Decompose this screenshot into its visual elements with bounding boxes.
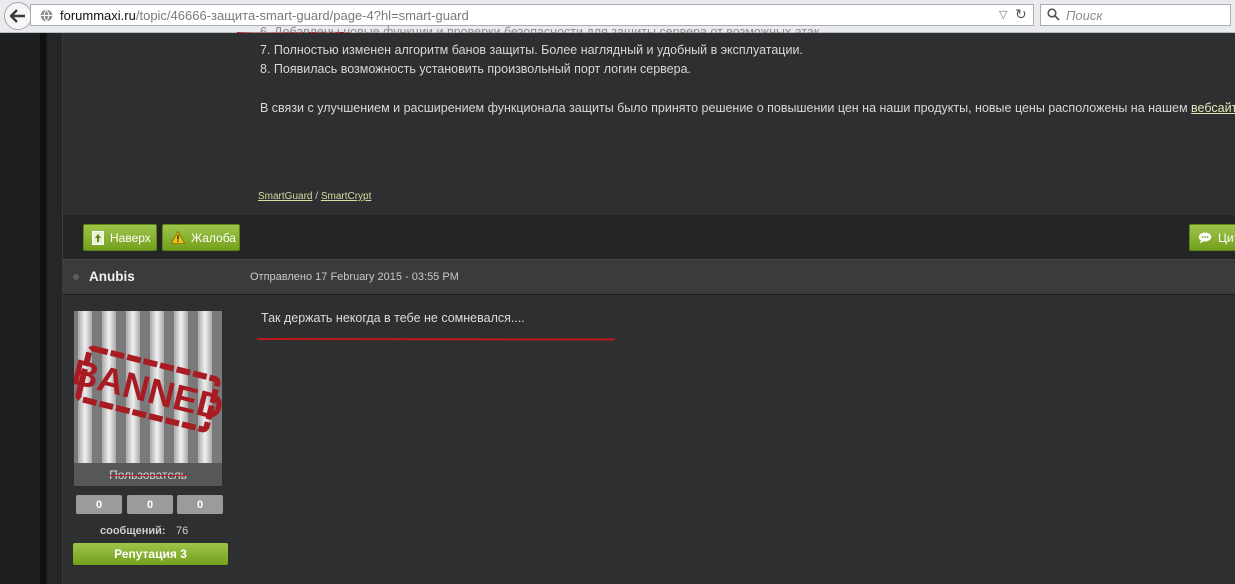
avatar: BANNED — [74, 311, 222, 486]
smartcrypt-link[interactable]: SmartCrypt — [321, 191, 372, 202]
author-name[interactable]: Anubis — [89, 269, 135, 284]
search-box[interactable]: Поиск — [1040, 4, 1231, 26]
quote-button[interactable]: Цит — [1189, 224, 1235, 251]
url-host: forummaxi.ru — [60, 8, 136, 23]
stat-box: 0 — [177, 495, 223, 514]
globe-icon — [40, 9, 53, 22]
messages-count: 76 — [176, 525, 189, 537]
reputation-button[interactable]: Репутация 3 — [73, 543, 228, 565]
cut-off-line: 6. Добавлены новые функции и проверки бе… — [260, 25, 823, 33]
post-line-7: 7. Полностью изменен алгоритм банов защи… — [260, 43, 803, 57]
signature: SmartGuard / SmartCrypt — [258, 191, 371, 202]
post-paragraph: В связи с улучшением и расширением функц… — [260, 101, 1235, 115]
warning-icon — [171, 231, 185, 244]
offline-status-dot — [73, 274, 79, 280]
red-annotation-underline — [257, 338, 616, 341]
stat-box: 0 — [127, 495, 173, 514]
post-content-area — [62, 33, 1235, 584]
post-paragraph-text: В связи с улучшением и расширением функц… — [260, 101, 1188, 115]
back-to-top-label: Наверх — [110, 230, 151, 245]
quote-label: Цит — [1218, 230, 1235, 245]
stat-box: 0 — [76, 495, 122, 514]
back-to-top-button[interactable]: Наверх — [83, 224, 157, 251]
url-path-tail: /page-4?hl=smart-guard — [329, 8, 469, 23]
back-button[interactable] — [4, 2, 32, 30]
page-left-rail — [40, 33, 46, 584]
smartguard-link[interactable]: SmartGuard — [258, 191, 312, 202]
url-slug: защита-smart-guard — [211, 8, 330, 23]
user-group-label: Пользователь — [74, 463, 222, 486]
quote-bubble-icon — [1198, 232, 1212, 244]
report-button[interactable]: Жалоба — [162, 224, 240, 251]
report-label: Жалоба — [191, 230, 236, 245]
website-link[interactable]: вебсайте — [1191, 101, 1235, 115]
search-placeholder: Поиск — [1066, 8, 1103, 23]
search-icon — [1047, 8, 1060, 21]
arrow-left-icon — [10, 9, 25, 23]
post-header — [63, 259, 1235, 295]
signature-separator: / — [312, 191, 321, 202]
post-line-8: 8. Появилась возможность установить прои… — [260, 62, 692, 76]
reload-icon[interactable]: ↻ — [1015, 6, 1027, 23]
post-date: Отправлено 17 February 2015 - 03:55 PM — [250, 271, 459, 283]
page-up-icon — [92, 230, 104, 245]
address-bar[interactable]: forummaxi.ru/topic/46666-защита-smart-gu… — [30, 4, 1034, 35]
post-text: Так держать некогда в тебе не сомневался… — [261, 311, 525, 325]
messages-label: сообщений: — [100, 525, 166, 537]
url-path: /topic/46666- — [135, 8, 212, 23]
url-text: forummaxi.ru/topic/46666-защита-smart-gu… — [60, 8, 469, 23]
history-dropdown-icon[interactable]: ▽ — [999, 8, 1007, 21]
